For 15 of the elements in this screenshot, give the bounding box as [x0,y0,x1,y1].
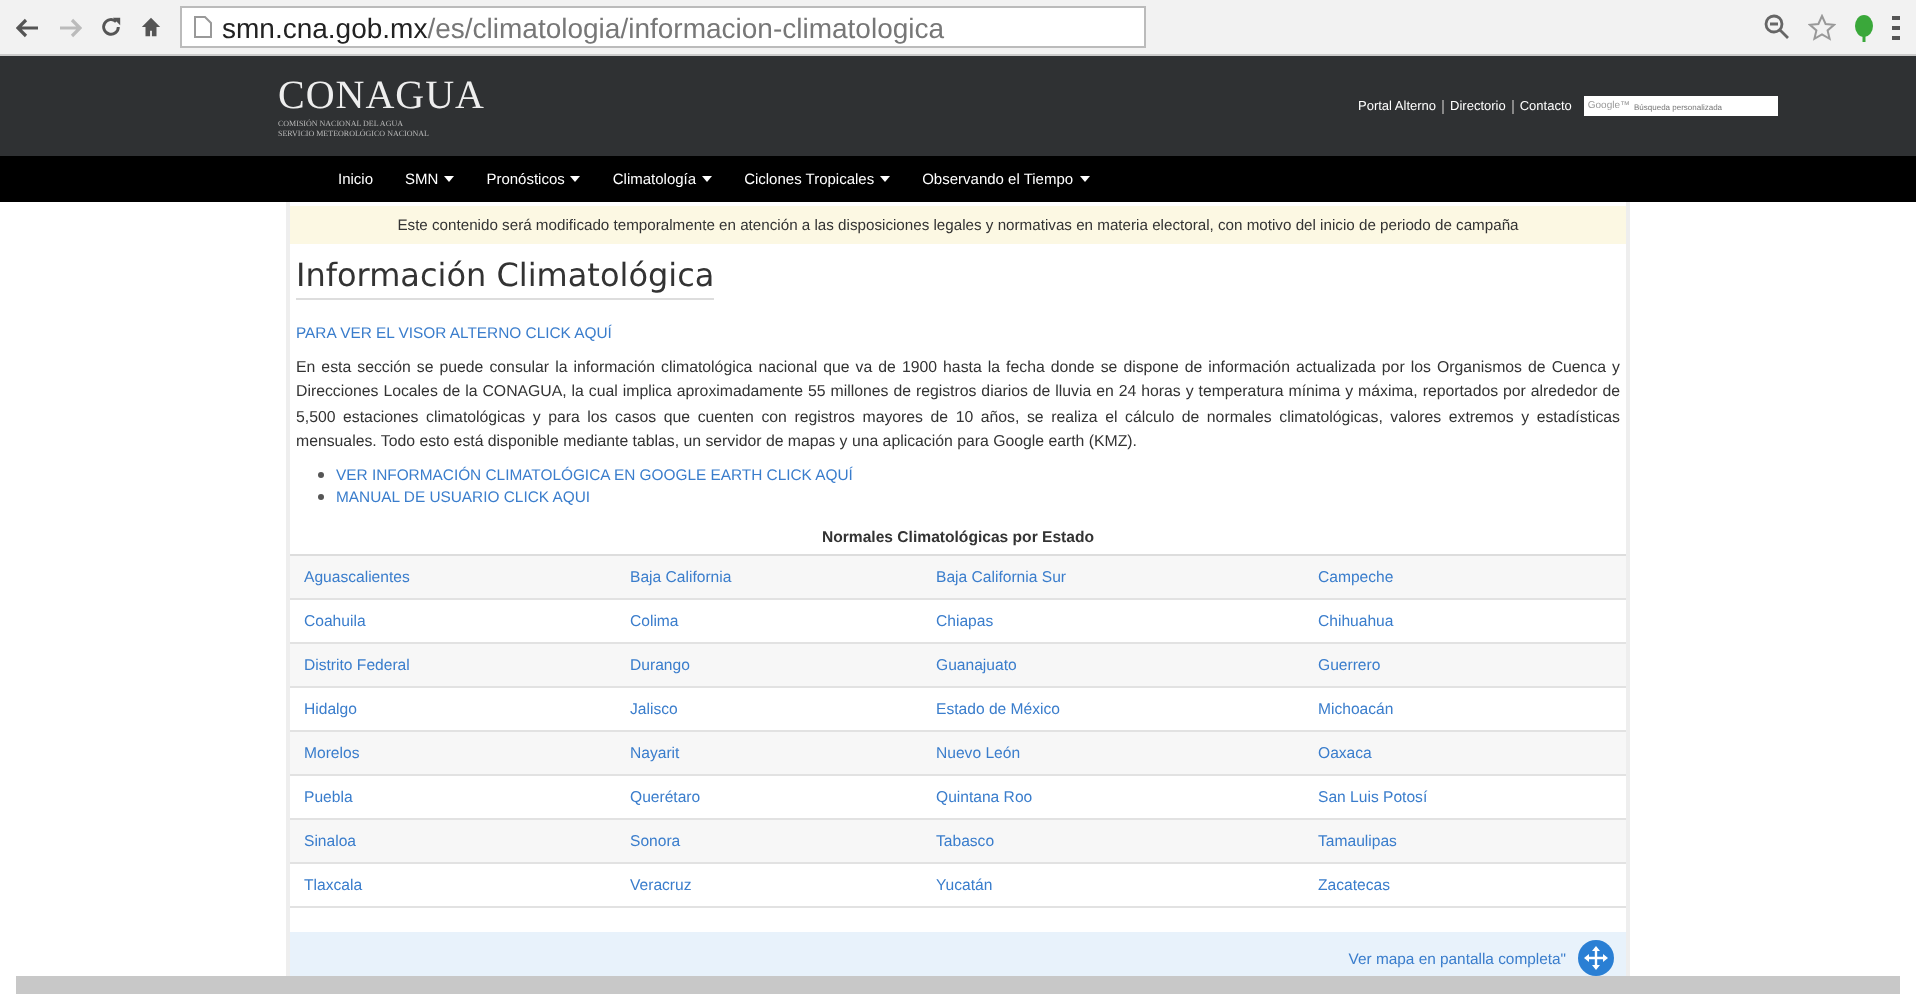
star-icon[interactable] [1808,13,1836,41]
address-bar[interactable]: smn.cna.gob.mx/es/climatologia/informacion-climatologica [180,6,1146,48]
menu-icon[interactable] [1892,15,1900,39]
expand-icon[interactable] [1578,940,1614,977]
leaf-icon[interactable] [1854,13,1874,41]
zoom-icon[interactable] [1764,14,1790,40]
bullet-icon [318,472,324,479]
reload-icon[interactable] [100,16,122,38]
horizontal-scrollbar[interactable] [16,976,1900,994]
logo-wordmark[interactable]: CONAGUA [278,75,485,117]
page-icon [194,16,212,38]
bullet-icon [318,494,324,501]
home-icon[interactable] [140,16,162,38]
back-icon[interactable] [16,17,40,37]
page-title: Información Climatológica [296,256,715,300]
